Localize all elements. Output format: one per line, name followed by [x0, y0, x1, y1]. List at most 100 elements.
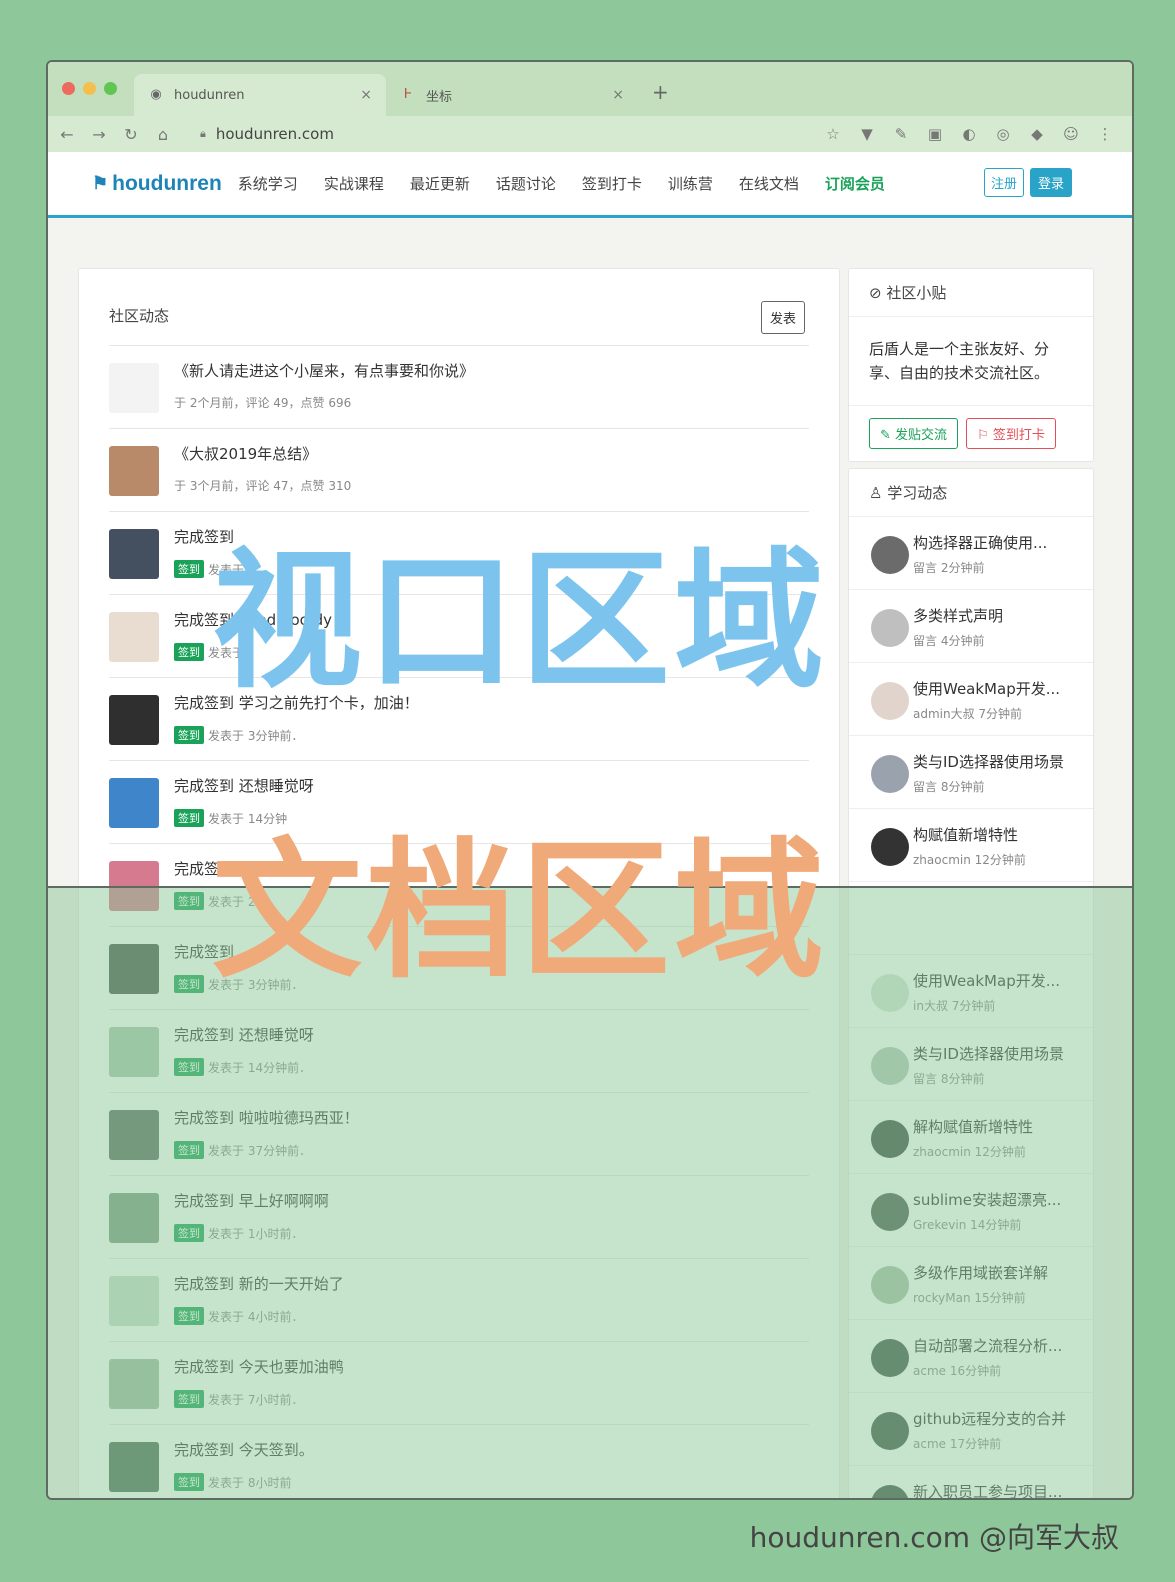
checkin-badge: 签到 [174, 726, 204, 744]
nav-item[interactable]: 训练营 [668, 173, 713, 194]
avatar[interactable] [871, 609, 909, 647]
menu-icon[interactable]: ⋮ [1094, 120, 1116, 148]
check-circle-icon: ⊘ [869, 284, 882, 302]
checkin-badge: 签到 [174, 809, 204, 827]
feed-item-meta-text: 于 2个月前，评论 49，点赞 696 [174, 396, 352, 410]
credit-text: houdunren.com @向军大叔 [749, 1521, 1119, 1554]
feed-item[interactable]: 《新人请走进这个小屋来，有点事要和你说》于 2个月前，评论 49，点赞 696 [109, 345, 809, 428]
learning-item-meta: 留言 8分钟前 [913, 780, 985, 794]
viewport-area-label: 视口区域 [212, 535, 829, 709]
extension-icon[interactable]: ◎ [992, 120, 1014, 148]
tips-text: 后盾人是一个主张友好、分享、自由的技术交流社区。 [849, 317, 1093, 406]
nav-item[interactable]: 话题讨论 [496, 173, 556, 194]
learning-item-title[interactable]: 使用WeakMap开发... [913, 678, 1085, 699]
site-header: ⚑ houdunren 系统学习 实战课程 最近更新 话题讨论 签到打卡 训练营… [48, 152, 1132, 218]
avatar[interactable] [109, 363, 159, 413]
tips-header: ⊘ 社区小贴 [849, 269, 1093, 317]
learning-item-meta: zhaocmin 12分钟前 [913, 853, 1026, 867]
avatar[interactable] [871, 536, 909, 574]
close-window-button[interactable] [62, 82, 75, 95]
nav-item[interactable]: 最近更新 [410, 173, 470, 194]
new-tab-button[interactable]: + [652, 80, 669, 104]
learning-item[interactable]: 构赋值新增特性 zhaocmin 12分钟前 [849, 809, 1093, 882]
login-button[interactable]: 登录 [1029, 168, 1072, 197]
close-tab-icon[interactable]: × [360, 87, 372, 103]
eyedropper-icon[interactable]: ✎ [890, 120, 912, 148]
profile-icon[interactable]: ☺ [1060, 120, 1082, 148]
forward-icon[interactable]: → [86, 125, 112, 144]
globe-icon: ◉ [150, 87, 162, 102]
post-discussion-label: 发贴交流 [895, 428, 948, 443]
edit-icon: ✎ [880, 428, 891, 443]
avatar[interactable] [109, 612, 159, 662]
extension-icon[interactable]: ▼ [856, 120, 878, 148]
main-nav: 系统学习 实战课程 最近更新 话题讨论 签到打卡 训练营 在线文档 订阅会员 [238, 173, 911, 194]
flag-icon: ⚑ [92, 173, 109, 193]
avatar[interactable] [109, 695, 159, 745]
post-button[interactable]: 发表 [761, 301, 806, 334]
learning-item-title[interactable]: 构选择器正确使用... [913, 532, 1085, 553]
feed-item-meta-text: 发表于 3分钟前． [208, 728, 304, 743]
learning-item[interactable]: 使用WeakMap开发... admin大叔 7分钟前 [849, 663, 1093, 736]
learning-title: 学习动态 [887, 484, 948, 502]
learning-item[interactable]: 构选择器正确使用... 留言 2分钟前 [849, 517, 1093, 590]
extension-icon[interactable]: ◐ [958, 120, 980, 148]
avatar[interactable] [871, 828, 909, 866]
nav-item[interactable]: 签到打卡 [582, 173, 642, 194]
flag-icon: ⚐ [977, 428, 989, 443]
feed-item-meta-text: 于 3个月前，评论 47，点赞 310 [174, 479, 352, 493]
logo-text: houdunren [112, 171, 222, 195]
feed-item-meta: 签到发表于 3分钟前． [174, 726, 303, 744]
minimize-window-button[interactable] [83, 82, 96, 95]
learning-item-title[interactable]: 构赋值新增特性 [913, 824, 1085, 845]
avatar[interactable] [109, 778, 159, 828]
site-logo[interactable]: ⚑ houdunren [92, 172, 222, 196]
learning-item[interactable]: 类与ID选择器使用场景留言 8分钟前 [849, 736, 1093, 809]
back-icon[interactable]: ← [54, 125, 80, 144]
checkin-label: 签到打卡 [992, 428, 1045, 443]
tips-actions: ✎ 发贴交流 ⚐ 签到打卡 [849, 406, 1093, 461]
browser-toolbar: ← → ↻ ⌂ 🔒︎ houdunren.com ☆ ▼ ✎ ▣ ◐ ◎ ◆ ☺… [48, 116, 1132, 152]
learning-item[interactable]: 多类样式声明留言 4分钟前 [849, 590, 1093, 663]
feed-item-title[interactable]: 《新人请走进这个小屋来，有点事要和你说》 [174, 360, 474, 381]
bookmark-star-icon[interactable]: ☆ [822, 120, 844, 148]
avatar[interactable] [109, 529, 159, 579]
community-tips-card: ⊘ 社区小贴 后盾人是一个主张友好、分享、自由的技术交流社区。 ✎ 发贴交流 ⚐… [848, 268, 1094, 462]
nav-item[interactable]: 系统学习 [238, 173, 298, 194]
avatar[interactable] [871, 755, 909, 793]
nav-item[interactable]: 在线文档 [739, 173, 799, 194]
tab-coordinates[interactable]: Ⱶ 坐标 × [386, 74, 638, 116]
avatar[interactable] [871, 682, 909, 720]
url-text: houdunren.com [215, 125, 334, 143]
nav-item-subscribe[interactable]: 订阅会员 [825, 173, 885, 194]
extension-icon[interactable]: ◆ [1026, 120, 1048, 148]
document-area-label: 文档区域 [212, 825, 829, 999]
address-bar[interactable]: 🔒︎ houdunren.com [200, 120, 800, 148]
avatar[interactable] [109, 446, 159, 496]
learning-item-meta: admin大叔 7分钟前 [913, 707, 1023, 721]
tab-label: houdunren [174, 87, 245, 103]
extension-icon[interactable]: ▣ [924, 120, 946, 148]
tab-bar: ◉ houdunren × Ⱶ 坐标 × + [48, 62, 1132, 116]
register-button[interactable]: 注册 [983, 168, 1024, 197]
reload-icon[interactable]: ↻ [118, 125, 144, 144]
post-discussion-button[interactable]: ✎ 发贴交流 [869, 418, 959, 449]
feed-item[interactable]: 《大叔2019年总结》于 3个月前，评论 47，点赞 310 [109, 428, 809, 511]
user-icon: ♙ [869, 484, 883, 502]
close-tab-icon[interactable]: × [612, 87, 624, 103]
maximize-window-button[interactable] [104, 82, 117, 95]
tips-title: 社区小贴 [886, 284, 947, 302]
learning-item-meta: 留言 2分钟前 [913, 561, 985, 575]
learning-item-meta: 留言 4分钟前 [913, 634, 985, 648]
favicon-icon: Ⱶ [403, 87, 413, 102]
tab-houdunren[interactable]: ◉ houdunren × [134, 74, 386, 116]
feed-item-meta: 于 2个月前，评论 49，点赞 696 [174, 394, 351, 411]
extension-icons: ☆ ▼ ✎ ▣ ◐ ◎ ◆ ☺ ⋮ [822, 120, 1116, 148]
learning-item-title[interactable]: 多类样式声明 [913, 605, 1085, 626]
home-icon[interactable]: ⌂ [150, 125, 176, 144]
learning-item-title[interactable]: 类与ID选择器使用场景 [913, 751, 1085, 772]
checkin-button[interactable]: ⚐ 签到打卡 [966, 418, 1056, 449]
feed-item-title[interactable]: 《大叔2019年总结》 [174, 443, 317, 464]
nav-item[interactable]: 实战课程 [324, 173, 384, 194]
browser-window: ◉ houdunren × Ⱶ 坐标 × + ← → ↻ ⌂ 🔒︎ houdun… [46, 60, 1134, 1500]
